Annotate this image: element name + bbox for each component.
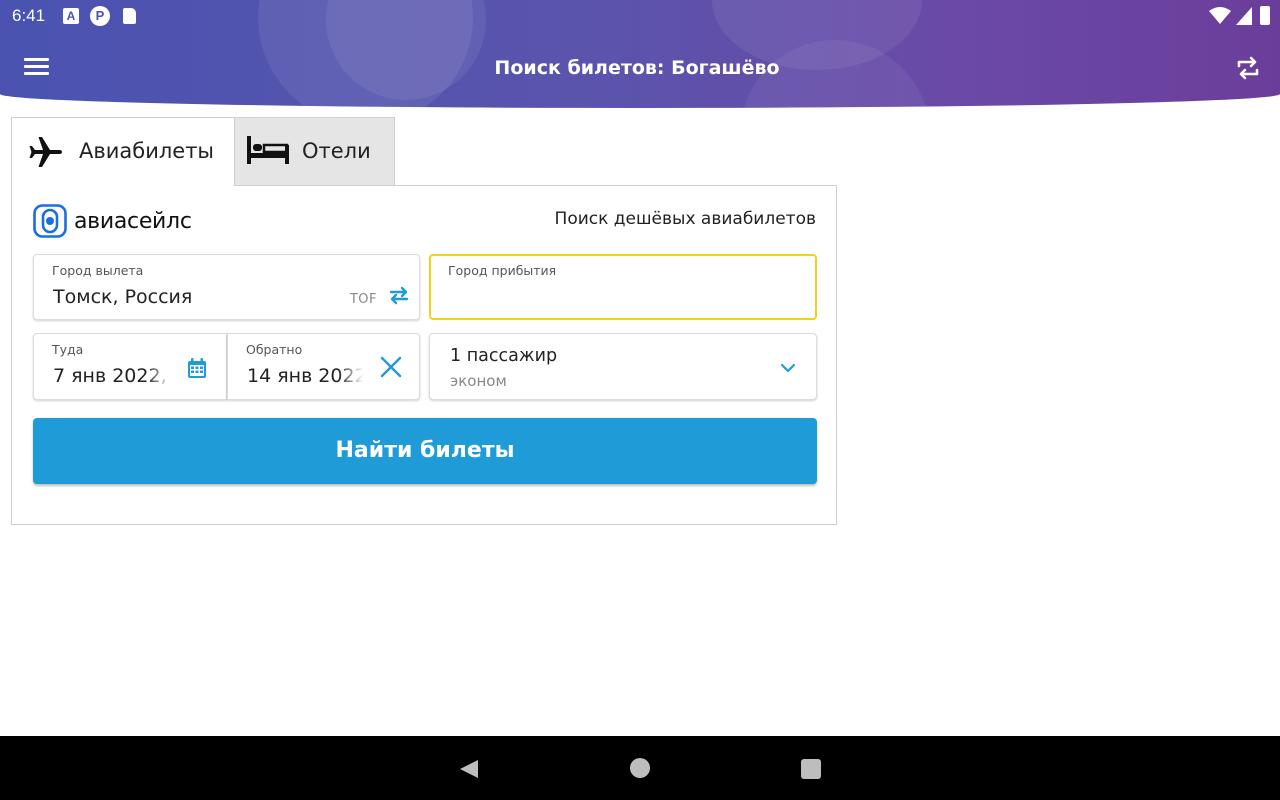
app-bar: Поиск билетов: Богашёво <box>0 32 1280 104</box>
travel-class: эконом <box>450 372 507 390</box>
aviasales-logo-icon <box>33 204 67 238</box>
chevron-down-icon <box>780 363 796 373</box>
return-date-field[interactable]: Обратно 14 янв 2022 <box>227 333 420 400</box>
back-icon[interactable] <box>458 758 480 780</box>
airplane-icon <box>29 137 62 167</box>
passengers-count: 1 пассажир <box>450 346 558 366</box>
depart-date-field[interactable]: Туда 7 янв 2022, <box>33 333 227 400</box>
swap-arrows-icon[interactable] <box>1234 54 1262 82</box>
logo-text: авиасейлс <box>74 208 192 234</box>
swap-cities-icon[interactable] <box>387 283 411 307</box>
flight-search-card: авиасейлс Поиск дешёвых авиабилетов Горо… <box>11 185 837 525</box>
aviasales-logo: авиасейлс <box>33 203 203 239</box>
bed-icon <box>247 136 289 164</box>
a-notification-icon: A <box>63 8 79 24</box>
destination-label: Город прибытия <box>448 263 557 278</box>
destination-input[interactable] <box>448 284 798 312</box>
p-notification-icon: P <box>90 6 110 26</box>
text-fade <box>146 362 176 392</box>
signal-icon <box>1236 7 1252 25</box>
recents-icon[interactable] <box>801 759 821 779</box>
tagline: Поиск дешёвых авиабилетов <box>554 209 816 229</box>
page-title: Поиск билетов: Богашёво <box>494 57 780 79</box>
sd-card-icon <box>123 8 136 24</box>
system-nav-bar <box>0 736 1280 800</box>
destination-city-field[interactable]: Город прибытия <box>429 254 817 320</box>
origin-label: Город вылета <box>52 263 144 278</box>
tab-hotels[interactable]: Отели <box>235 117 395 186</box>
origin-value: Томск, Россия <box>53 286 193 308</box>
tab-flights-label: Авиабилеты <box>79 139 215 163</box>
tab-flights[interactable]: Авиабилеты <box>11 117 235 186</box>
calendar-icon[interactable] <box>186 357 208 379</box>
text-fade <box>338 362 368 392</box>
tab-hotels-label: Отели <box>302 139 371 163</box>
app-header: 6:41 A P Поиск билетов: Богашёво <box>0 0 1280 108</box>
search-tickets-button[interactable]: Найти билеты <box>33 418 817 484</box>
status-time: 6:41 <box>12 6 46 25</box>
origin-city-field[interactable]: Город вылета Томск, Россия TOF <box>33 254 420 320</box>
depart-label: Туда <box>52 342 84 357</box>
status-bar: 6:41 A P <box>0 0 1280 32</box>
return-label: Обратно <box>246 342 303 357</box>
battery-icon <box>1260 6 1270 25</box>
close-icon[interactable] <box>378 354 404 380</box>
origin-iata-code: TOF <box>349 292 377 307</box>
passengers-select[interactable]: 1 пассажир эконом <box>429 333 817 400</box>
wifi-icon <box>1209 7 1231 24</box>
home-icon[interactable] <box>630 758 650 778</box>
